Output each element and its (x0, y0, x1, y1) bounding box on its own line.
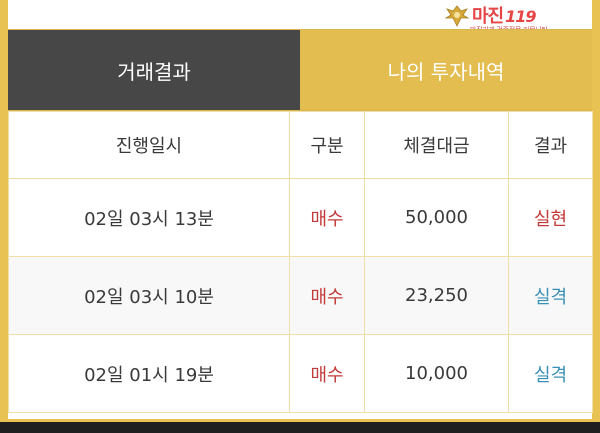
bottom-bar (0, 422, 600, 433)
cell-type: 매수 (289, 178, 365, 257)
cell-datetime: 02일 03시 10분 (8, 256, 290, 335)
table-row: 02일 01시 19분 매수 10,000 실격 (8, 334, 593, 413)
tab-bar: 거래결과 나의 투자내역 (8, 29, 592, 111)
tab-my-investments[interactable]: 나의 투자내역 (300, 30, 592, 110)
column-header-type: 구분 (289, 111, 365, 179)
cell-amount: 50,000 (364, 178, 509, 257)
trade-panel: 마진119 마진거래 검증전문 커뮤니티 거래결과 나의 투자내역 진행일시 구… (8, 0, 593, 419)
column-header-result: 결과 (508, 111, 593, 179)
cell-result: 실격 (508, 334, 593, 413)
cell-amount: 23,250 (364, 256, 509, 335)
cell-type: 매수 (289, 256, 365, 335)
table-row: 02일 03시 13분 매수 50,000 실현 (8, 178, 593, 257)
column-header-amount: 체결대금 (364, 111, 509, 179)
column-header-datetime: 진행일시 (8, 111, 290, 179)
table-header-row: 진행일시 구분 체결대금 결과 (8, 111, 593, 179)
trade-history-table: 진행일시 구분 체결대금 결과 02일 03시 13분 매수 50,000 실현… (8, 111, 593, 413)
cell-datetime: 02일 03시 13분 (8, 178, 290, 257)
cell-result: 실현 (508, 178, 593, 257)
cell-amount: 10,000 (364, 334, 509, 413)
table-row: 02일 03시 10분 매수 23,250 실격 (8, 256, 593, 335)
cell-result: 실격 (508, 256, 593, 335)
logo-brand-number: 119 (505, 7, 536, 26)
cell-type: 매수 (289, 334, 365, 413)
eagle-emblem-icon (444, 5, 470, 27)
cell-datetime: 02일 01시 19분 (8, 334, 290, 413)
logo-brand-text: 마진 (472, 6, 504, 27)
tab-trade-results[interactable]: 거래결과 (8, 30, 300, 110)
